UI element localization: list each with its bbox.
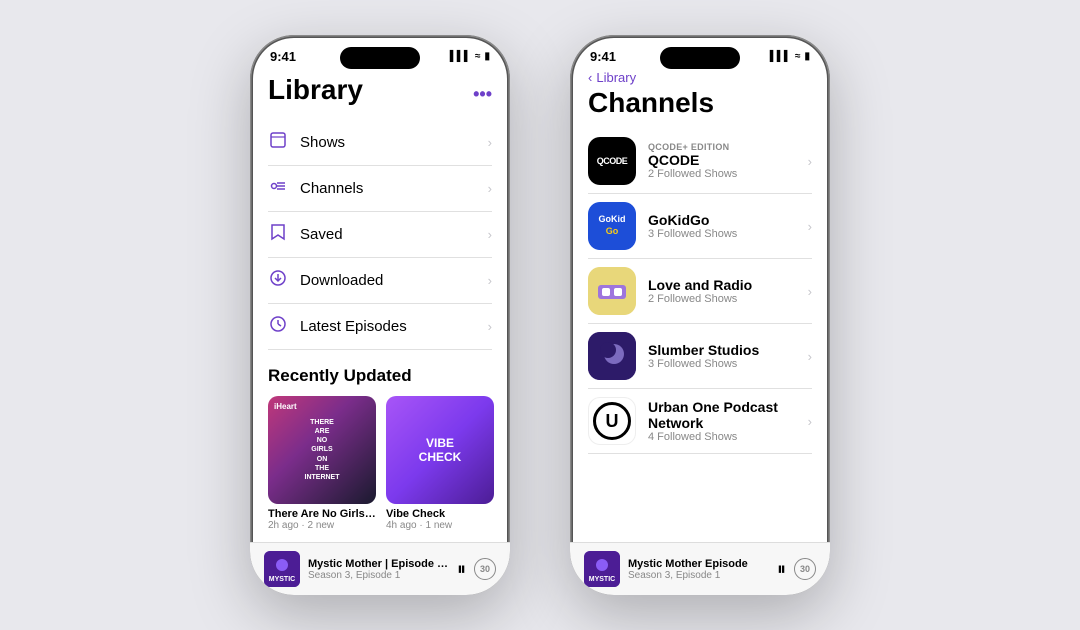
left-phone: 9:41 ▌▌▌ ≈ ▮ Library ••• Shows › (250, 35, 510, 595)
battery-icon-right: ▮ (804, 51, 810, 62)
qcode-name: QCODE (648, 152, 796, 168)
menu-item-shows[interactable]: Shows › (268, 120, 492, 166)
podcast-grid: iHeart THEREARENOGIRLSONTHEINTERNET Ther… (268, 396, 492, 531)
more-button[interactable]: ••• (473, 84, 492, 105)
qcode-follows: 2 Followed Shows (648, 168, 796, 180)
np-pause-button[interactable]: ⏸ (457, 559, 466, 580)
shows-icon (268, 131, 288, 154)
status-time-left: 9:41 (270, 49, 296, 64)
latest-label: Latest Episodes (300, 318, 407, 335)
channels-chevron: › (488, 181, 492, 196)
menu-item-channels[interactable]: Channels › (268, 166, 492, 212)
loveradio-name: Love and Radio (648, 277, 796, 293)
status-icons-right: ▌▌▌ ≈ ▮ (770, 51, 810, 62)
podcast-item-vibe[interactable]: VIBECHECK Vibe Check 4h ago · 1 new (386, 396, 494, 531)
saved-label: Saved (300, 226, 343, 243)
qcode-chevron: › (808, 154, 812, 169)
svg-text:Go: Go (606, 226, 619, 236)
urban-logo: U (588, 397, 636, 445)
downloaded-chevron: › (488, 273, 492, 288)
np-title-right: Mystic Mother Episode (628, 558, 769, 570)
recently-updated-title: Recently Updated (268, 366, 492, 386)
girls-podcast-name: There Are No Girls on T... (268, 508, 376, 520)
girls-thumb-text: THEREARENOGIRLSONTHEINTERNET (300, 413, 345, 487)
back-label: Library (596, 70, 636, 85)
loveradio-follows: 2 Followed Shows (648, 293, 796, 305)
qcode-logo: QCODE (588, 137, 636, 185)
np-pause-button-right[interactable]: ⏸ (777, 559, 786, 580)
battery-icon: ▮ (484, 51, 490, 62)
signal-icon-right: ▌▌▌ (770, 51, 791, 62)
channels-icon (268, 177, 288, 200)
dynamic-island-left (340, 47, 420, 69)
slumber-name: Slumber Studios (648, 342, 796, 358)
np-subtitle-right: Season 3, Episode 1 (628, 570, 769, 581)
dynamic-island-right (660, 47, 740, 69)
np-thumb-right: MYSTIC (584, 551, 620, 587)
gokidgo-chevron: › (808, 219, 812, 234)
vibe-podcast-meta: 4h ago · 1 new (386, 520, 494, 531)
menu-item-downloaded[interactable]: Downloaded › (268, 258, 492, 304)
np-skip-button[interactable]: 30 (474, 558, 496, 580)
shows-label: Shows (300, 134, 345, 151)
saved-chevron: › (488, 227, 492, 242)
np-skip-button-right[interactable]: 30 (794, 558, 816, 580)
svg-text:GoKid: GoKid (599, 214, 626, 224)
now-playing-bar-right[interactable]: MYSTIC Mystic Mother Episode Season 3, E… (570, 542, 830, 595)
shows-chevron: › (488, 135, 492, 150)
urban-follows: 4 Followed Shows (648, 431, 796, 443)
channel-item-gokidgo[interactable]: GoKid Go GoKidGo 3 Followed Shows › (588, 194, 812, 259)
clock-icon (268, 315, 288, 338)
slumber-logo (588, 332, 636, 380)
loveradio-chevron: › (808, 284, 812, 299)
latest-chevron: › (488, 319, 492, 334)
vibe-thumb-text: VIBECHECK (419, 436, 462, 465)
status-icons-left: ▌▌▌ ≈ ▮ (450, 51, 490, 62)
channels-label: Channels (300, 180, 363, 197)
girls-podcast-meta: 2h ago · 2 new (268, 520, 376, 531)
np-thumb-left: MYSTIC (264, 551, 300, 587)
wifi-icon: ≈ (475, 51, 481, 62)
right-phone: 9:41 ▌▌▌ ≈ ▮ ‹ Library Channels QCODE QC… (570, 35, 830, 595)
library-content: Library ••• Shows › (250, 68, 510, 578)
library-title: Library (268, 74, 363, 106)
channel-item-slumber[interactable]: Slumber Studios 3 Followed Shows › (588, 324, 812, 389)
slumber-chevron: › (808, 349, 812, 364)
gokidgo-name: GoKidGo (648, 212, 796, 228)
slumber-follows: 3 Followed Shows (648, 358, 796, 370)
qcode-subtitle: QCODE+ EDITION (648, 142, 796, 152)
podcast-item-girls[interactable]: iHeart THEREARENOGIRLSONTHEINTERNET Ther… (268, 396, 376, 531)
channel-item-loveradio[interactable]: Love and Radio 2 Followed Shows › (588, 259, 812, 324)
channel-item-urban[interactable]: U Urban One Podcast Network 4 Followed S… (588, 389, 812, 454)
signal-icon: ▌▌▌ (450, 51, 471, 62)
np-controls-right: ⏸ 30 (777, 558, 816, 580)
now-playing-bar-left[interactable]: MYSTIC Mystic Mother | Episode 1: A... S… (250, 542, 510, 595)
wifi-icon-right: ≈ (795, 51, 801, 62)
back-chevron-icon: ‹ (588, 70, 592, 85)
gokidgo-follows: 3 Followed Shows (648, 228, 796, 240)
svg-text:MYSTIC: MYSTIC (589, 576, 615, 583)
gokidgo-logo: GoKid Go (588, 202, 636, 250)
channels-title: Channels (588, 87, 812, 119)
np-title-left: Mystic Mother | Episode 1: A... (308, 558, 449, 570)
loveradio-logo (588, 267, 636, 315)
channels-content: ‹ Library Channels QCODE QCODE+ EDITION … (570, 68, 830, 578)
qcode-logo-text: QCODE (597, 156, 628, 166)
urban-name: Urban One Podcast Network (648, 399, 796, 431)
menu-item-latest[interactable]: Latest Episodes › (268, 304, 492, 350)
channel-item-qcode[interactable]: QCODE QCODE+ EDITION QCODE 2 Followed Sh… (588, 129, 812, 194)
back-nav[interactable]: ‹ Library (588, 70, 812, 85)
vibe-podcast-name: Vibe Check (386, 508, 494, 520)
urban-chevron: › (808, 414, 812, 429)
np-controls-left: ⏸ 30 (457, 558, 496, 580)
downloaded-label: Downloaded (300, 272, 383, 289)
urban-u-icon: U (593, 402, 631, 440)
menu-item-saved[interactable]: Saved › (268, 212, 492, 258)
np-subtitle-left: Season 3, Episode 1 (308, 570, 449, 581)
downloaded-icon (268, 269, 288, 292)
status-time-right: 9:41 (590, 49, 616, 64)
saved-icon (268, 223, 288, 246)
iheart-badge: iHeart (274, 402, 297, 411)
svg-text:MYSTIC: MYSTIC (269, 576, 295, 583)
